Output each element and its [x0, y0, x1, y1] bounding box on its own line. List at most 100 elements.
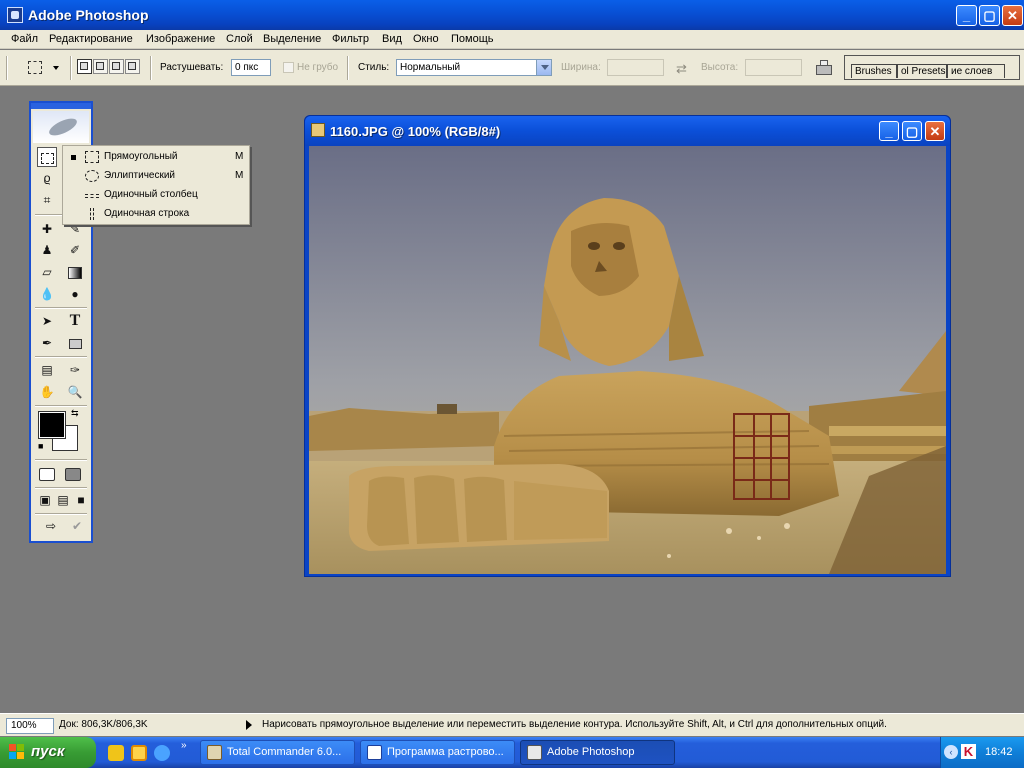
kaspersky-icon[interactable]: K [961, 744, 976, 759]
style-select[interactable]: Нормальный [396, 59, 552, 76]
photoshop-logo[interactable] [33, 111, 89, 143]
menu-select[interactable]: Выделение [263, 33, 321, 45]
task-word-document[interactable]: Программа растрово... [360, 740, 515, 765]
screen-mode-full[interactable]: ■ [71, 490, 91, 510]
document-maximize-button[interactable]: ▢ [902, 121, 922, 141]
status-menu-arrow-icon[interactable] [246, 720, 252, 730]
task-adobe-photoshop[interactable]: Adobe Photoshop [520, 740, 675, 765]
clock[interactable]: 18:42 [985, 746, 1013, 758]
feather-input[interactable]: 0 пкс [231, 59, 271, 76]
screen-mode-standard[interactable]: ▣ [35, 490, 55, 510]
dodge-icon: ● [71, 287, 79, 301]
hand-icon: ✋ [39, 385, 55, 399]
palette-tab-brushes[interactable]: Brushes [851, 64, 897, 78]
screen-mode-full-menu[interactable]: ▤ [53, 490, 73, 510]
quicklaunch-more-icon[interactable]: » [181, 740, 187, 751]
start-button[interactable]: пуск [0, 737, 96, 768]
default-colors-icon[interactable]: ■ [38, 441, 43, 451]
height-input[interactable] [745, 59, 802, 76]
palette-tab-tool-presets[interactable]: ol Presets [897, 64, 947, 78]
tool-preset-picker[interactable] [24, 58, 64, 78]
antialias-checkbox[interactable] [283, 62, 294, 73]
crop-tool[interactable]: ⌗ [37, 190, 57, 210]
flyout-item-single-column[interactable]: Одиночная строка [63, 205, 249, 224]
menu-window[interactable]: Окно [413, 33, 439, 45]
screen-mode-icon: ▤ [57, 493, 69, 507]
app-title-bar[interactable]: Adobe Photoshop _ ▢ ✕ [0, 0, 1024, 30]
jump-to-icon: ⇨ [45, 519, 57, 533]
intersect-selection-icon [128, 62, 136, 70]
type-tool[interactable]: T [65, 311, 85, 331]
menu-file[interactable]: Файл [11, 33, 38, 45]
menu-image[interactable]: Изображение [146, 33, 215, 45]
close-button[interactable]: ✕ [1002, 5, 1023, 26]
healing-brush-tool[interactable]: ✚ [37, 219, 57, 239]
path-selection-tool[interactable]: ➤ [37, 311, 57, 331]
flyout-item-single-row[interactable]: Одиночный столбец [63, 186, 249, 205]
shape-tool[interactable] [65, 333, 85, 353]
zoom-level-input[interactable]: 100% [6, 718, 54, 734]
flyout-item-elliptical[interactable]: Эллиптический M [63, 167, 249, 186]
task-total-commander[interactable]: Total Commander 6.0... [200, 740, 355, 765]
history-brush-tool[interactable]: ✐ [65, 240, 85, 260]
add-selection-icon [96, 62, 104, 70]
gradient-tool[interactable] [65, 262, 85, 282]
document-minimize-button[interactable]: _ [879, 121, 899, 141]
hand-tool[interactable]: ✋ [37, 382, 57, 402]
options-grip[interactable] [6, 56, 8, 80]
menu-layer[interactable]: Слой [226, 33, 253, 45]
internet-explorer-icon[interactable] [154, 745, 170, 761]
image-canvas[interactable] [309, 146, 946, 574]
menu-help[interactable]: Помощь [451, 33, 494, 45]
standard-mode-button[interactable] [37, 464, 57, 484]
options-divider [347, 56, 349, 80]
minimize-button[interactable]: _ [956, 5, 977, 26]
flyout-item-shortcut: M [235, 170, 244, 181]
menu-view[interactable]: Вид [382, 33, 402, 45]
foreground-color-swatch[interactable] [38, 411, 66, 439]
flyout-item-rectangular[interactable]: Прямоугольный M [63, 148, 249, 167]
palette-tab-layer-comps[interactable]: ие слоев [947, 64, 1005, 78]
antialias-label: Не грубо [297, 62, 339, 73]
lasso-tool[interactable]: ϱ [37, 168, 57, 188]
toolbox-title-bar[interactable] [31, 103, 91, 109]
menu-edit[interactable]: Редактирование [49, 33, 133, 45]
subtract-from-selection-button[interactable] [109, 59, 124, 74]
width-input[interactable] [607, 59, 664, 76]
options-divider [150, 56, 152, 80]
show-desktop-icon[interactable] [131, 745, 147, 761]
swap-colors-icon[interactable]: ⇆ [71, 408, 79, 419]
screen-mode-icon: ▣ [39, 493, 51, 507]
dodge-tool[interactable]: ● [65, 284, 85, 304]
eyedropper-tool[interactable]: ✑ [65, 360, 85, 380]
swap-dimensions-icon[interactable]: ⇄ [676, 61, 687, 77]
document-title-bar[interactable]: 1160.JPG @ 100% (RGB/8#) _ ▢ ✕ [305, 116, 950, 146]
blur-tool[interactable]: 💧 [37, 284, 57, 304]
marquee-tool[interactable] [37, 147, 57, 167]
imageready-button[interactable]: ✔ [67, 516, 87, 536]
clone-stamp-tool[interactable]: ♟ [37, 240, 57, 260]
show-hidden-icons-button[interactable]: ‹ [944, 745, 958, 759]
pen-tool[interactable]: ✒ [37, 333, 57, 353]
document-size[interactable]: Док: 806,3K/806,3K [59, 719, 148, 730]
height-label: Высота: [701, 62, 739, 73]
chevron-down-icon[interactable] [536, 60, 551, 75]
toolbox-divider [35, 405, 87, 407]
total-commander-quicklaunch-icon[interactable] [108, 745, 124, 761]
new-selection-button[interactable] [77, 59, 92, 74]
crop-icon: ⌗ [43, 193, 51, 207]
jump-to-imageready-button[interactable]: ⇨ [37, 516, 65, 536]
quick-mask-button[interactable] [63, 464, 83, 484]
pen-icon: ✒ [41, 336, 53, 350]
eraser-tool[interactable]: ▱ [37, 262, 57, 282]
document-close-button[interactable]: ✕ [925, 121, 945, 141]
tool-hint-text: Нарисовать прямоугольное выделение или п… [262, 719, 887, 730]
notes-tool[interactable]: ▤ [37, 360, 57, 380]
file-browser-button[interactable] [813, 57, 835, 79]
menu-filter[interactable]: Фильтр [332, 33, 369, 45]
add-to-selection-button[interactable] [93, 59, 108, 74]
intersect-selection-button[interactable] [125, 59, 140, 74]
maximize-button[interactable]: ▢ [979, 5, 1000, 26]
photoshop-app-icon[interactable] [7, 7, 23, 23]
zoom-tool[interactable]: 🔍 [65, 382, 85, 402]
